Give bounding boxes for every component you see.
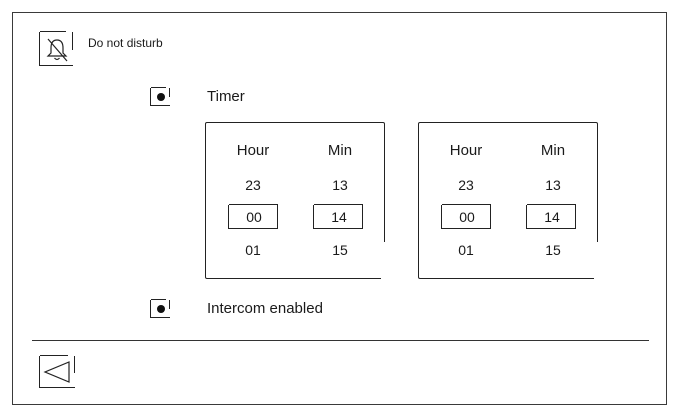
do-not-disturb-button[interactable]	[39, 31, 73, 66]
min-selector[interactable]: 14	[313, 204, 363, 229]
radio-selected-dot	[157, 93, 165, 101]
back-triangle-icon	[43, 361, 70, 383]
hour-next[interactable]: 01	[223, 242, 283, 258]
hour-prev[interactable]: 23	[436, 177, 496, 193]
min-header: Min	[327, 142, 353, 159]
back-button[interactable]	[39, 355, 75, 388]
timer-label: Timer	[207, 88, 245, 105]
min-prev[interactable]: 13	[523, 177, 583, 193]
min-next[interactable]: 15	[310, 242, 370, 258]
divider	[32, 340, 649, 341]
bell-off-icon	[46, 38, 68, 62]
do-not-disturb-label: Do not disturb	[88, 36, 163, 50]
timer-start-panel: Hour Min 23 13 00 14 01 15	[205, 122, 387, 282]
hour-next[interactable]: 01	[436, 242, 496, 258]
min-next[interactable]: 15	[523, 242, 583, 258]
min-header: Min	[540, 142, 566, 159]
hour-header: Hour	[449, 142, 483, 159]
radio-selected-dot	[157, 305, 165, 313]
min-selector[interactable]: 14	[526, 204, 576, 229]
intercom-label: Intercom enabled	[207, 300, 323, 317]
timer-radio[interactable]	[150, 87, 170, 106]
timer-end-panel: Hour Min 23 13 00 14 01 15	[418, 122, 600, 282]
hour-value: 00	[459, 209, 475, 225]
min-value: 14	[331, 209, 347, 225]
hour-prev[interactable]: 23	[223, 177, 283, 193]
hour-selector[interactable]: 00	[228, 204, 278, 229]
hour-header: Hour	[236, 142, 270, 159]
intercom-radio[interactable]	[150, 299, 170, 318]
min-prev[interactable]: 13	[310, 177, 370, 193]
hour-value: 00	[246, 209, 262, 225]
hour-selector[interactable]: 00	[441, 204, 491, 229]
min-value: 14	[544, 209, 560, 225]
